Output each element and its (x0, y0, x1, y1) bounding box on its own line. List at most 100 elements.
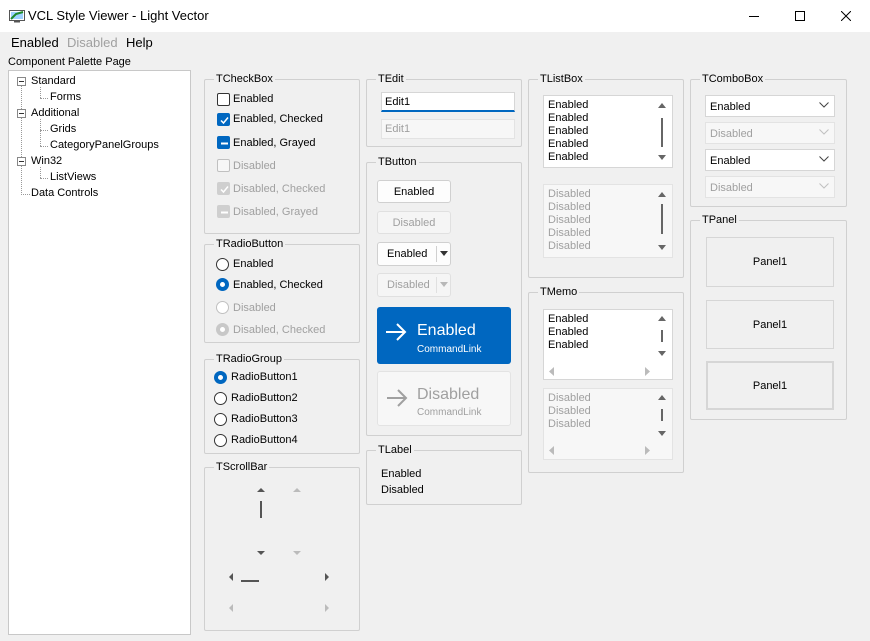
edit-enabled-input[interactable]: Edit1 (381, 92, 515, 112)
chevron-down-icon (819, 156, 829, 162)
list-item[interactable]: Enabled (548, 138, 588, 151)
standard-expander-icon[interactable] (17, 77, 26, 86)
commandlink-enabled[interactable]: Enabled CommandLink (377, 307, 511, 364)
list-item[interactable]: Enabled (548, 151, 588, 164)
memo-line: Enabled (548, 339, 589, 351)
list-item[interactable]: Enabled (548, 112, 588, 125)
radiogroup-item-3-label: RadioButton3 (231, 413, 298, 425)
memo-line: Disabled (548, 405, 591, 417)
indeterminate-icon (221, 211, 228, 214)
listbox-disabled[interactable]: Disabled Disabled Disabled Disabled Disa… (543, 184, 673, 258)
scroll-left-icon (229, 604, 233, 612)
radiogroup-item-4[interactable] (214, 434, 227, 447)
list-item[interactable]: Enabled (548, 125, 588, 138)
maximize-icon (795, 11, 805, 21)
scroll-left-icon (549, 367, 554, 376)
palette-tree[interactable]: Standard Forms Additional Grids Category… (8, 70, 191, 635)
scroll-thumb[interactable] (241, 580, 259, 582)
scroll-up-icon[interactable] (257, 488, 265, 492)
radiogroup-item-1[interactable] (214, 371, 227, 384)
button-enabled[interactable]: Enabled (377, 180, 451, 203)
list-item: Disabled (548, 188, 591, 200)
scroll-right-icon[interactable] (325, 573, 329, 581)
commandlink-disabled-title: Disabled (417, 386, 480, 403)
memo-hscrollbar[interactable] (548, 367, 652, 376)
checkbox-enabled-label: Enabled (233, 93, 274, 105)
scroll-down-icon[interactable] (257, 551, 265, 555)
combobox-caption: TComboBox (700, 73, 766, 85)
radio-disabled-checked[interactable] (216, 323, 229, 336)
tree-item-listviews[interactable]: ListViews (50, 171, 96, 183)
split-dropdown-icon[interactable] (440, 251, 448, 256)
checkbox-disabled-checked-label: Disabled, Checked (233, 183, 326, 195)
checkbox-disabled-checked[interactable] (217, 182, 230, 195)
listbox-enabled[interactable]: Enabled Enabled Enabled Enabled Enabled (543, 95, 673, 168)
checkbox-group-caption: TCheckBox (214, 73, 275, 85)
radiogroup-caption: TRadioGroup (214, 353, 285, 365)
window-title: VCL Style Viewer - Light Vector (28, 8, 209, 23)
radiobutton-group-caption: TRadioButton (214, 238, 286, 250)
menu-enabled[interactable]: Enabled (11, 35, 59, 50)
combobox-disabled-1[interactable]: Disabled (705, 122, 835, 144)
maximize-button[interactable] (777, 0, 823, 32)
check-icon (220, 117, 229, 125)
vertical-scrollbar-enabled[interactable] (257, 488, 265, 555)
tree-item-additional[interactable]: Additional (31, 107, 79, 119)
panel-3: Panel1 (706, 361, 834, 410)
listbox-vscrollbar[interactable] (657, 102, 667, 164)
combobox-disabled-2[interactable]: Disabled (705, 176, 835, 198)
close-button[interactable] (823, 0, 869, 32)
arrow-right-icon (386, 323, 407, 341)
memo-line: Disabled (548, 392, 591, 404)
tree-item-data-controls[interactable]: Data Controls (31, 187, 98, 199)
edit-disabled-input[interactable]: Edit1 (381, 119, 515, 139)
combobox-enabled-1[interactable]: Enabled (705, 95, 835, 117)
minimize-button[interactable] (731, 0, 777, 32)
scrollbars-area[interactable] (204, 467, 360, 631)
checkbox-enabled-checked[interactable] (217, 113, 230, 126)
memo-vscrollbar[interactable] (657, 315, 667, 361)
combobox-enabled-2[interactable]: Enabled (705, 149, 835, 171)
split-button-disabled-label: Disabled (387, 279, 430, 291)
checkbox-enabled[interactable] (217, 93, 230, 106)
tree-item-standard[interactable]: Standard (31, 75, 76, 87)
commandlink-enabled-subtitle: CommandLink (417, 344, 482, 355)
scroll-left-icon[interactable] (229, 573, 233, 581)
scroll-right-icon (325, 604, 329, 612)
menu-help[interactable]: Help (126, 35, 153, 50)
scroll-up-icon (658, 316, 666, 321)
tree-item-forms[interactable]: Forms (50, 91, 81, 103)
scroll-up-icon (658, 103, 666, 108)
checkbox-enabled-grayed[interactable] (217, 136, 230, 149)
tree-item-grids[interactable]: Grids (50, 123, 76, 135)
scroll-thumb (661, 409, 663, 421)
radiogroup-item-2-label: RadioButton2 (231, 392, 298, 404)
memo-enabled[interactable]: Enabled Enabled Enabled (543, 309, 673, 380)
chevron-down-icon (819, 102, 829, 108)
arrow-right-icon (387, 389, 408, 407)
scroll-thumb[interactable] (260, 501, 262, 518)
radio-enabled-checked[interactable] (216, 278, 229, 291)
radio-disabled[interactable] (216, 301, 229, 314)
checkbox-disabled-grayed[interactable] (217, 205, 230, 218)
commandlink-disabled[interactable]: Disabled CommandLink (377, 371, 511, 426)
additional-expander-icon[interactable] (17, 109, 26, 118)
edit-caption: TEdit (376, 73, 406, 85)
radiogroup-item-2[interactable] (214, 392, 227, 405)
radio-enabled[interactable] (216, 258, 229, 271)
tree-item-win32[interactable]: Win32 (31, 155, 62, 167)
memo-line: Enabled (548, 326, 589, 338)
scroll-thumb (661, 330, 663, 342)
button-disabled[interactable]: Disabled (377, 211, 451, 234)
list-item[interactable]: Enabled (548, 99, 588, 112)
scroll-down-icon (658, 155, 666, 160)
horizontal-scrollbar-enabled[interactable] (229, 573, 329, 582)
radiogroup-item-3[interactable] (214, 413, 227, 426)
tree-item-category-panel-groups[interactable]: CategoryPanelGroups (50, 139, 159, 151)
menu-disabled[interactable]: Disabled (67, 35, 118, 50)
memo-disabled[interactable]: Disabled Disabled Disabled (543, 388, 673, 460)
checkbox-disabled[interactable] (217, 159, 230, 172)
list-item: Disabled (548, 240, 591, 252)
checkbox-disabled-grayed-label: Disabled, Grayed (233, 206, 318, 218)
win32-expander-icon[interactable] (17, 157, 26, 166)
